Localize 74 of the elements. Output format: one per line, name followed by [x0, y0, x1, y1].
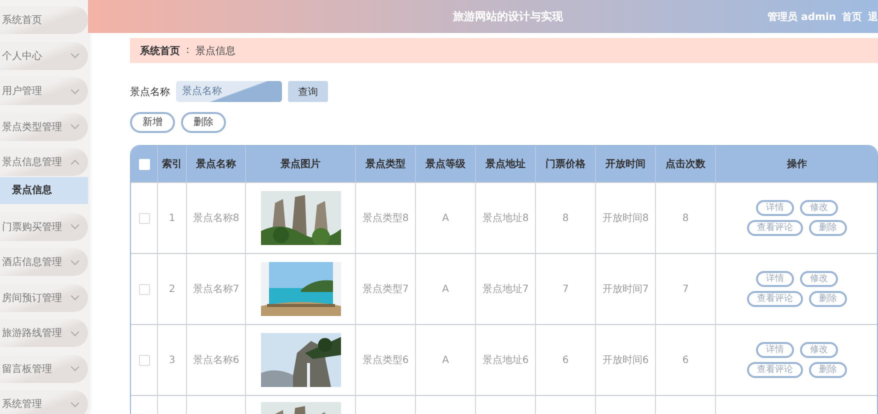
- row-index: 1: [168, 212, 176, 224]
- table-cell-text: 景点类型8: [362, 212, 409, 225]
- table-cell: 7: [682, 284, 689, 294]
- table-cell-text: 景点地址6: [482, 354, 529, 367]
- delete-button[interactable]: 删除: [809, 220, 847, 236]
- sidebar-item[interactable]: 房间预订管理: [0, 284, 88, 312]
- search-button[interactable]: 查询: [288, 81, 328, 102]
- breadcrumb-link[interactable]: 系统首页: [140, 44, 180, 58]
- table-cell-text: 景点类型6: [362, 354, 409, 367]
- detail-button[interactable]: 详情: [756, 200, 794, 216]
- site-title: 旅游网站的设计与实现: [453, 9, 563, 24]
- sidebar-item[interactable]: 酒店信息管理: [0, 248, 88, 276]
- sidebar-subitem[interactable]: 景点信息: [0, 176, 88, 204]
- edit-button[interactable]: 修改: [800, 342, 838, 358]
- select-all-checkbox[interactable]: [138, 158, 150, 170]
- edit-button[interactable]: 修改: [800, 271, 838, 287]
- detail-button[interactable]: 详情: [756, 271, 794, 287]
- search-label: 景点名称: [130, 86, 170, 98]
- table-cell-text: 开放时间6: [602, 354, 649, 367]
- row-checkbox[interactable]: [138, 284, 150, 294]
- table-cell: A: [442, 354, 449, 366]
- column-header: 景点地址: [486, 158, 526, 171]
- sidebar-item[interactable]: 景点类型管理: [0, 112, 88, 140]
- column-header: 开放时间: [606, 158, 646, 171]
- table-cell: 6: [562, 354, 569, 366]
- table-cell-text: 景点名称8: [192, 212, 240, 225]
- header-link[interactable]: 首页: [842, 10, 862, 24]
- table-cell: A: [442, 212, 449, 224]
- table-cell: A: [442, 284, 449, 294]
- table-cell: 6: [682, 354, 689, 366]
- table-cell-text: 开放时间7: [602, 282, 649, 296]
- table-cell-text: 景点类型7: [362, 282, 409, 296]
- sidebar-item[interactable]: 门票购买管理: [0, 212, 88, 240]
- column-header: 景点类型: [366, 158, 406, 171]
- sidebar-item[interactable]: 个人中心: [0, 42, 88, 70]
- breadcrumb-link[interactable]: 景点信息: [195, 44, 236, 58]
- table-cell-text: 景点名称6: [192, 354, 240, 367]
- table-cell: 7: [562, 284, 569, 294]
- reviews-button[interactable]: 查看评论: [747, 291, 803, 307]
- row-index: 3: [168, 354, 176, 366]
- add-button[interactable]: 新增: [130, 112, 175, 133]
- sidebar-item[interactable]: 留言板管理: [0, 354, 88, 382]
- column-header: 景点名称: [196, 158, 236, 171]
- row-index: 2: [168, 284, 176, 294]
- column-header: 操作: [787, 158, 807, 171]
- table-cell: 8: [562, 212, 569, 224]
- sidebar-item[interactable]: 用户管理: [0, 77, 88, 105]
- sidebar-item[interactable]: 系统管理: [0, 390, 88, 414]
- sidebar-item[interactable]: 景点信息管理: [0, 148, 88, 176]
- header-link[interactable]: 退: [868, 10, 878, 24]
- sidebar-item[interactable]: 旅游路线管理: [0, 319, 88, 347]
- column-header: 景点等级: [426, 158, 466, 171]
- table-cell: 8: [682, 212, 689, 224]
- table-cell-text: 景点名称7: [192, 282, 240, 296]
- edit-button[interactable]: 修改: [800, 200, 838, 216]
- table-cell-text: 景点地址7: [482, 282, 529, 296]
- delete-button[interactable]: 删除: [181, 112, 226, 133]
- table-cell-text: 开放时间8: [602, 212, 649, 225]
- sidebar-item[interactable]: 系统首页: [0, 6, 88, 34]
- reviews-button[interactable]: 查看评论: [747, 220, 803, 236]
- delete-button[interactable]: 删除: [809, 362, 847, 378]
- user-label: 管理员 admin: [768, 10, 836, 24]
- column-header: 点击次数: [666, 158, 706, 171]
- breadcrumb-separator: :: [186, 45, 190, 56]
- reviews-button[interactable]: 查看评论: [747, 362, 803, 378]
- delete-button[interactable]: 删除: [809, 291, 847, 307]
- row-checkbox[interactable]: [138, 354, 150, 366]
- detail-button[interactable]: 详情: [756, 342, 794, 358]
- table-cell-text: 景点地址8: [482, 212, 529, 225]
- column-header: 索引: [162, 158, 182, 171]
- search-field[interactable]: 景点名称: [176, 81, 282, 102]
- row-checkbox[interactable]: [138, 212, 150, 224]
- column-header: 景点图片: [280, 158, 320, 171]
- column-header: 门票价格: [546, 157, 586, 171]
